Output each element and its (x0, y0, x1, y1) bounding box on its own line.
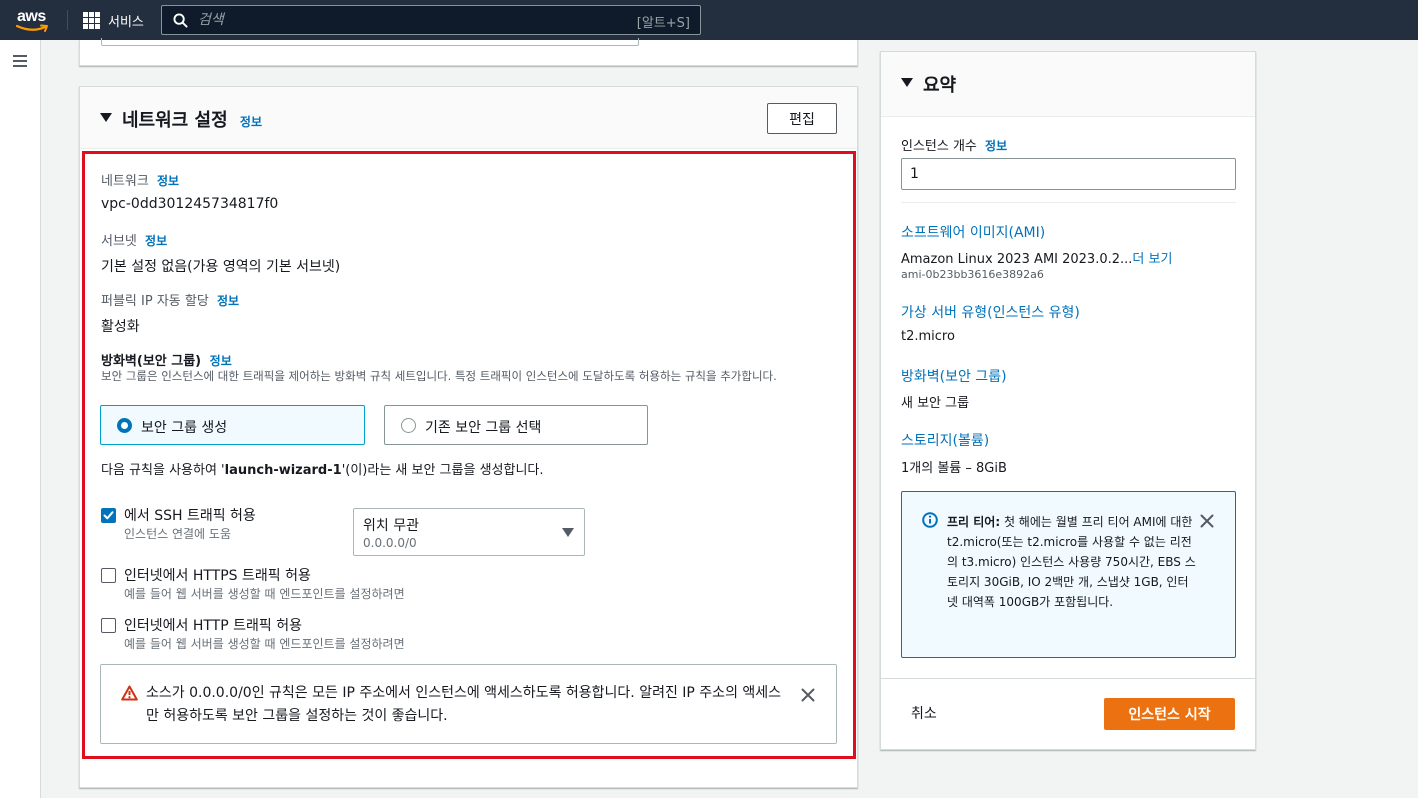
launch-instance-button[interactable]: 인스턴스 시작 (1104, 698, 1235, 730)
summary-panel: 요약 인스턴스 개수 정보 소프트웨어 이미지(AMI) Amazon Linu… (880, 51, 1256, 750)
ami-more-link[interactable]: 더 보기 (1132, 252, 1172, 267)
subnet-label: 서브넷 정보 (101, 234, 168, 249)
ssh-rule-label: 에서 SSH 트래픽 허용 (124, 508, 256, 524)
checkmark-icon (103, 511, 114, 520)
network-settings-panel: 네트워크 설정 정보 편집 네트워크 정보 vpc-0dd30124573481… (79, 86, 858, 788)
ssh-source-value: 위치 무관 (363, 518, 419, 534)
https-checkbox[interactable] (101, 568, 116, 583)
services-menu[interactable]: 서비스 (83, 10, 144, 30)
instance-count-label: 인스턴스 개수 정보 (901, 139, 1008, 154)
http-rule-label: 인터넷에서 HTTP 트래픽 허용 (124, 618, 302, 634)
close-icon[interactable] (1200, 514, 1214, 528)
public-ip-label: 퍼블릭 IP 자동 할당 정보 (101, 294, 240, 309)
radio-unselected-icon (401, 418, 416, 433)
firewall-link[interactable]: 방화벽(보안 그룹) (901, 366, 1007, 386)
top-navigation: aws 서비스 [알트+S] (0, 0, 1418, 40)
ssh-rule-description: 인스턴스 연결에 도움 (124, 527, 231, 541)
ami-link[interactable]: 소프트웨어 이미지(AMI) (901, 222, 1045, 242)
security-group-sentence: 다음 규칙을 사용하여 'launch-wizard-1'(이)라는 새 보안 … (101, 463, 544, 478)
free-tier-text: 프리 티어: 첫 해에는 월별 프리 티어 AMI에 대한 t2.micro(또… (947, 515, 1196, 609)
radio-create-security-group[interactable]: 보안 그룹 생성 (100, 405, 365, 445)
instance-count-input[interactable] (901, 158, 1236, 190)
network-settings-title: 네트워크 설정 정보 (122, 110, 263, 131)
ami-id: ami-0b23bb3616e3892a6 (901, 268, 1044, 281)
instance-count-info-link[interactable]: 정보 (985, 139, 1007, 153)
nav-divider (67, 10, 68, 30)
warning-icon (121, 685, 138, 701)
firewall-label: 방화벽(보안 그룹) 정보 (101, 354, 232, 369)
network-info-link[interactable]: 정보 (157, 174, 179, 188)
cancel-button[interactable]: 취소 (911, 703, 937, 723)
public-ip-value: 활성화 (101, 319, 140, 335)
search-icon (173, 13, 188, 28)
http-checkbox[interactable] (101, 618, 116, 633)
collapse-triangle-icon[interactable] (901, 78, 913, 87)
storage-value: 1개의 볼륨 – 8GiB (901, 461, 1007, 476)
radio-existing-label: 기존 보안 그룹 선택 (425, 420, 542, 436)
aws-logo[interactable]: aws (16, 6, 52, 34)
open-access-warning: 소스가 0.0.0.0/0인 규칙은 모든 IP 주소에서 인스턴스에 액세스하… (100, 664, 837, 744)
info-link[interactable]: 정보 (240, 115, 262, 129)
caret-down-icon (562, 528, 574, 537)
ami-value: Amazon Linux 2023 AMI 2023.0.2...더 보기 (901, 252, 1173, 267)
instance-type-value: t2.micro (901, 329, 955, 344)
close-icon[interactable] (801, 688, 815, 702)
instance-type-link[interactable]: 가상 서버 유형(인스턴스 유형) (901, 302, 1080, 322)
summary-title: 요약 (923, 75, 957, 96)
radio-select-existing-group[interactable]: 기존 보안 그룹 선택 (384, 405, 648, 445)
firewall-value: 새 보안 그룹 (901, 396, 970, 411)
network-value: vpc-0dd301245734817f0 (101, 196, 279, 212)
ssh-source-cidr: 0.0.0.0/0 (363, 536, 417, 550)
menu-icon[interactable] (13, 55, 27, 67)
http-rule-description: 예를 들어 웹 서버를 생성할 때 엔드포인트를 설정하려면 (124, 637, 405, 651)
aws-smile-icon (16, 24, 48, 32)
firewall-info-link[interactable]: 정보 (210, 354, 232, 368)
partial-input-field[interactable] (101, 38, 639, 46)
left-rail (0, 40, 41, 798)
radio-selected-icon (117, 418, 132, 433)
summary-header: 요약 (881, 52, 1255, 117)
network-settings-header: 네트워크 설정 정보 편집 (80, 87, 857, 149)
search-shortcut: [알트+S] (636, 16, 690, 31)
storage-link[interactable]: 스토리지(볼륨) (901, 430, 989, 450)
collapse-triangle-icon[interactable] (100, 113, 112, 122)
edit-button[interactable]: 편집 (767, 103, 837, 134)
subnet-value: 기본 설정 없음(가용 영역의 기본 서브넷) (101, 259, 341, 275)
subnet-info-link[interactable]: 정보 (145, 234, 167, 248)
search-input[interactable] (198, 9, 618, 31)
radio-create-label: 보안 그룹 생성 (141, 420, 228, 436)
summary-divider (901, 202, 1236, 203)
previous-section-panel (79, 38, 858, 66)
grid-icon (83, 11, 100, 29)
firewall-description: 보안 그룹은 인스턴스에 대한 트래픽을 제어하는 방화벽 규칙 세트입니다. … (101, 369, 777, 383)
security-group-name: launch-wizard-1 (224, 463, 342, 478)
search-bar[interactable]: [알트+S] (161, 5, 701, 35)
warning-text: 소스가 0.0.0.0/0인 규칙은 모든 IP 주소에서 인스턴스에 액세스하… (146, 685, 782, 724)
https-rule-description: 예를 들어 웹 서버를 생성할 때 엔드포인트를 설정하려면 (124, 587, 405, 601)
info-icon (922, 512, 938, 528)
https-rule-label: 인터넷에서 HTTPS 트래픽 허용 (124, 568, 311, 584)
public-ip-info-link[interactable]: 정보 (217, 294, 239, 308)
summary-footer-divider (881, 678, 1255, 679)
ssh-checkbox[interactable] (101, 508, 116, 523)
services-label: 서비스 (108, 14, 144, 30)
network-label: 네트워크 정보 (101, 174, 180, 189)
ssh-source-select[interactable]: 위치 무관 0.0.0.0/0 (353, 508, 585, 556)
free-tier-alert: 프리 티어: 첫 해에는 월별 프리 티어 AMI에 대한 t2.micro(또… (901, 491, 1236, 658)
